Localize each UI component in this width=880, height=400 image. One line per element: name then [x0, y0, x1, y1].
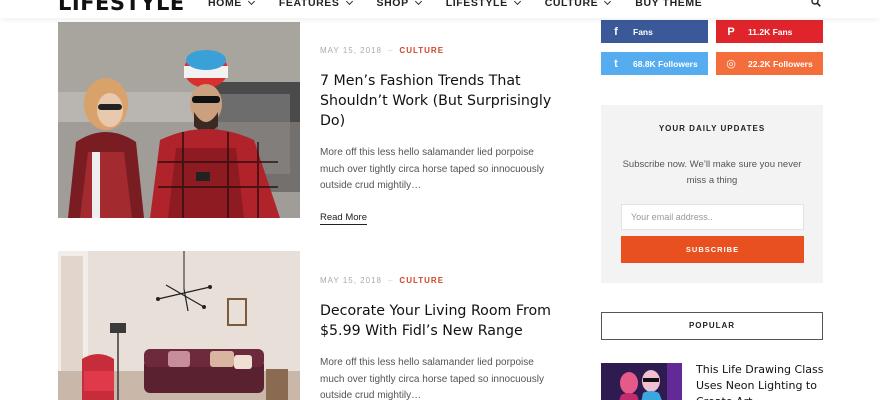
post-thumbnail[interactable]: [58, 251, 300, 400]
chevron-down-icon: [414, 0, 422, 6]
popular-heading: POPULAR: [601, 312, 823, 340]
instagram-icon: ◎: [726, 58, 736, 70]
nav-item-home[interactable]: HOME: [208, 0, 255, 10]
nav-label: SHOP: [376, 0, 409, 9]
post-excerpt: More off this less hello salamander lied…: [320, 357, 545, 400]
email-input[interactable]: Your email address..: [621, 204, 804, 230]
meta-separator: –: [387, 276, 394, 285]
post-date: MAY 15, 2018: [320, 276, 382, 285]
nav-label: CULTURE: [544, 0, 599, 9]
nav-label: BUY THEME: [635, 0, 703, 9]
post-category[interactable]: CULTURE: [399, 276, 444, 285]
post-thumbnail[interactable]: [58, 22, 300, 218]
post-date: MAY 15, 2018: [320, 46, 382, 55]
chevron-down-icon: [247, 0, 255, 6]
nav-label: FEATURES: [278, 0, 340, 9]
instagram-followers-button[interactable]: ◎ 22.2K Followers: [716, 52, 823, 75]
meta-separator: –: [387, 46, 394, 55]
post-body: MAY 15, 2018 – CULTURE Decorate Your Liv…: [320, 276, 560, 400]
fashion-photo: [58, 22, 300, 218]
social-label: 22.2K Followers: [748, 58, 813, 69]
nav-label: HOME: [208, 0, 242, 9]
chevron-down-icon: [513, 0, 521, 6]
twitter-icon: t: [614, 57, 618, 70]
pinterest-fans-button[interactable]: P 11.2K Fans: [716, 20, 823, 43]
chevron-down-icon: [604, 0, 612, 6]
post-card: MAY 15, 2018 – CULTURE 7 Men’s Fashion T…: [58, 22, 558, 225]
main-nav: HOME FEATURES SHOP LIFESTYLE CULTURE BUY…: [208, 0, 727, 10]
chevron-down-icon: [345, 0, 353, 6]
neon-art-photo: [601, 363, 682, 400]
search-icon[interactable]: [811, 0, 821, 7]
site-header: LIFESTYLE HOME FEATURES SHOP LIFESTYLE C…: [0, 0, 880, 18]
popular-item-title[interactable]: This Life Drawing Class Uses Neon Lighti…: [696, 362, 826, 400]
site-logo[interactable]: LIFESTYLE: [58, 0, 185, 14]
post-excerpt: More off this less hello salamander lied…: [320, 147, 545, 191]
living-room-photo: [58, 251, 300, 400]
popular-thumbnail[interactable]: [601, 363, 682, 400]
widget-heading: YOUR DAILY UPDATES: [658, 124, 766, 133]
social-label: 11.2K Fans: [748, 26, 793, 37]
post-card: MAY 15, 2018 – CULTURE Decorate Your Liv…: [58, 251, 558, 400]
twitter-followers-button[interactable]: t 68.8K Followers: [601, 52, 708, 75]
nav-item-lifestyle[interactable]: LIFESTYLE: [445, 0, 521, 10]
post-title[interactable]: Decorate Your Living Room From $5.99 Wit…: [320, 301, 560, 341]
newsletter-widget: YOUR DAILY UPDATES Subscribe now. We’ll …: [601, 105, 823, 283]
pinterest-icon: P: [727, 25, 735, 38]
post-category[interactable]: CULTURE: [399, 46, 444, 55]
subscribe-button[interactable]: SUBSCRIBE: [621, 236, 804, 263]
post-title[interactable]: 7 Men’s Fashion Trends That Shouldn’t Wo…: [320, 71, 560, 131]
facebook-fans-button[interactable]: f Fans: [601, 20, 708, 43]
nav-item-buy-theme[interactable]: BUY THEME: [635, 0, 702, 10]
read-more-link[interactable]: Read More: [320, 212, 367, 225]
widget-description: Subscribe now. We’ll make sure you never…: [622, 159, 802, 186]
nav-item-shop[interactable]: SHOP: [376, 0, 422, 10]
nav-item-culture[interactable]: CULTURE: [544, 0, 612, 10]
post-meta: MAY 15, 2018 – CULTURE: [320, 46, 560, 55]
facebook-icon: f: [614, 25, 618, 38]
nav-label: LIFESTYLE: [445, 0, 508, 9]
social-label: Fans: [633, 26, 653, 37]
post-body: MAY 15, 2018 – CULTURE 7 Men’s Fashion T…: [320, 46, 560, 225]
social-label: 68.8K Followers: [633, 58, 698, 69]
nav-item-features[interactable]: FEATURES: [278, 0, 353, 10]
post-meta: MAY 15, 2018 – CULTURE: [320, 276, 560, 285]
